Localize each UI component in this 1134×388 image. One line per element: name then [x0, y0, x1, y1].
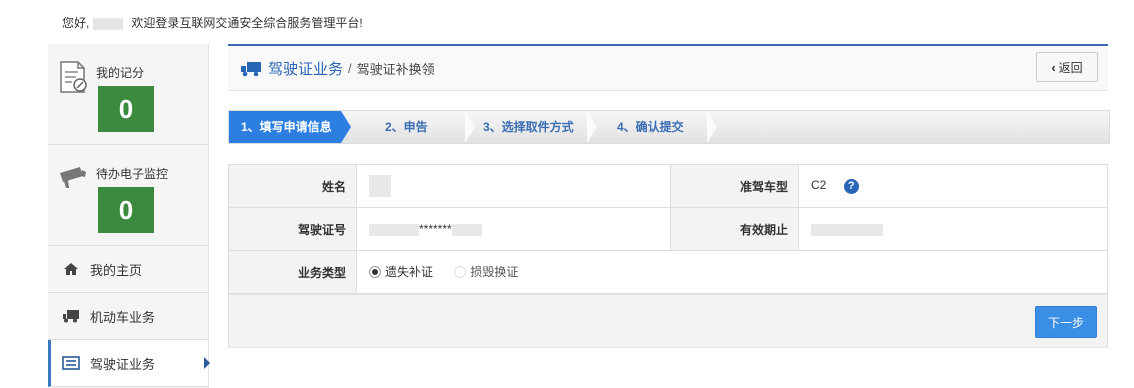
chevron-left-icon: ‹ [1051, 59, 1056, 75]
back-button[interactable]: ‹ 返回 [1036, 52, 1098, 82]
step-1: 1、填写申请信息 [229, 111, 351, 143]
valid-until-label: 有效期止 [670, 207, 799, 251]
camera-icon [60, 167, 86, 188]
greeting-text: 您好, [62, 16, 90, 30]
sidebar-item-label: 我的主页 [90, 262, 143, 278]
sidebar-item-home[interactable]: 我的主页 [48, 246, 208, 293]
truck-icon [62, 308, 80, 324]
step-divider [707, 111, 717, 143]
license-mask [369, 223, 419, 236]
main-panel: 驾驶证业务 / 驾驶证补换领 ‹ 返回 1、填写申请信息 2、申告 3、选择取件… [228, 44, 1110, 348]
home-icon [62, 261, 80, 277]
page-header: 驾驶证业务 / 驾驶证补换领 ‹ 返回 [228, 44, 1108, 91]
step-divider [465, 111, 475, 143]
sidebar-item-label: 驾驶证业务 [90, 356, 156, 372]
name-value [356, 164, 671, 208]
business-type-cell: 遗失补证 损毁换证 [356, 250, 1108, 294]
application-form: 姓名 准驾车型 C2 ? 驾驶证号 ******* 有效期止 业务类型 遗失补证 [228, 164, 1108, 294]
name-label: 姓名 [228, 164, 357, 208]
radio-damaged-replace[interactable]: 损毁换证 [454, 263, 518, 280]
radio-label: 损毁换证 [470, 265, 519, 280]
license-no-cell: ******* [356, 207, 671, 251]
stat-monitor[interactable]: 待办电子监控 0 [48, 145, 208, 246]
active-arrow-icon [204, 357, 210, 369]
welcome-text: 欢迎登录互联网交通安全综合服务管理平台! [131, 16, 363, 30]
name-mask [369, 175, 391, 197]
stat-score-label: 我的记分 [96, 66, 145, 80]
breadcrumb: 驾驶证业务 / 驾驶证补换领 [240, 58, 435, 79]
form-row: 驾驶证号 ******* 有效期止 [228, 207, 1108, 251]
stat-monitor-value: 0 [98, 187, 154, 233]
license-no-label: 驾驶证号 [228, 207, 357, 251]
license-mask [451, 223, 482, 236]
step-3: 3、选择取件方式 [483, 120, 574, 134]
vehicle-type-label: 准驾车型 [670, 164, 799, 208]
form-row: 业务类型 遗失补证 损毁换证 [228, 250, 1108, 294]
username-mask [93, 17, 124, 30]
valid-until-cell [798, 207, 1108, 251]
form-row: 姓名 准驾车型 C2 ? [228, 164, 1108, 208]
back-button-label: 返回 [1058, 60, 1083, 75]
welcome-bar: 您好, 欢迎登录互联网交通安全综合服务管理平台! [62, 14, 363, 31]
sidebar-item-vehicle[interactable]: 机动车业务 [48, 293, 208, 340]
form-footer: 下一步 [228, 294, 1108, 348]
sidebar-item-license[interactable]: 驾驶证业务 [48, 340, 210, 387]
stat-score-value: 0 [98, 86, 154, 132]
radio-unselected-icon [454, 265, 467, 278]
vehicle-type-value: C2 [811, 178, 827, 193]
next-step-button[interactable]: 下一步 [1035, 306, 1097, 338]
score-card-icon [60, 61, 87, 93]
radio-label: 遗失补证 [385, 265, 434, 280]
page-title: 驾驶证补换领 [356, 62, 435, 77]
business-type-label: 业务类型 [228, 250, 357, 294]
vehicle-type-cell: C2 ? [798, 164, 1108, 208]
step-4: 4、确认提交 [617, 120, 684, 134]
step-divider [587, 111, 597, 143]
step-progress: 1、填写申请信息 2、申告 3、选择取件方式 4、确认提交 [228, 110, 1110, 144]
id-card-icon [62, 355, 80, 371]
date-mask [811, 223, 883, 236]
truck-icon [241, 61, 261, 76]
breadcrumb-section[interactable]: 驾驶证业务 [268, 58, 343, 79]
stat-monitor-label: 待办电子监控 [96, 167, 169, 181]
sidebar: 我的记分 0 待办电子监控 0 我的主页 机动车业务 驾驶证业务 [48, 44, 210, 388]
radio-selected-icon [369, 265, 381, 278]
license-no-value: ******* [419, 222, 452, 236]
sidebar-item-label: 机动车业务 [90, 309, 156, 325]
stat-score[interactable]: 我的记分 0 [48, 44, 208, 145]
radio-lost-reissue[interactable]: 遗失补证 [369, 263, 433, 280]
step-2: 2、申告 [385, 120, 428, 134]
help-icon[interactable]: ? [843, 178, 859, 194]
breadcrumb-separator: / [348, 61, 352, 76]
